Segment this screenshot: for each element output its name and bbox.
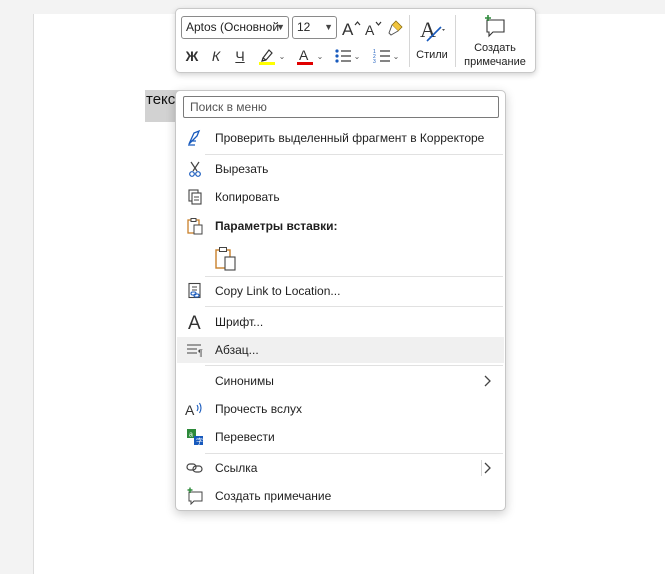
menu-item-label: Параметры вставки: — [215, 219, 338, 233]
menu-item-label: Шрифт... — [215, 315, 264, 329]
new-comment-icon — [485, 15, 505, 38]
menu-item-label: Синонимы — [215, 374, 274, 388]
link-document-icon — [185, 281, 205, 301]
menu-item-label: Создать примечание — [215, 489, 332, 503]
menu-item-read-aloud[interactable]: A Прочесть вслух — [177, 396, 504, 422]
copy-icon — [185, 187, 205, 207]
shrink-font-button[interactable]: A — [362, 16, 384, 39]
numbered-list-icon: 123 — [373, 49, 390, 64]
menu-item-label: Перевести — [215, 430, 275, 444]
new-comment-label-line1: Создать — [474, 42, 516, 54]
chevron-down-icon: ⌄ — [278, 51, 286, 61]
format-painter-button[interactable] — [385, 16, 407, 39]
menu-item-translate[interactable]: a字 Перевести — [177, 424, 504, 450]
mini-toolbar: Aptos (Основной ▼ 12 ▼ A A Ж К Ч ⌄ A ⌄ ⌄… — [175, 8, 536, 73]
bullet-list-icon — [335, 49, 351, 63]
menu-separator — [205, 365, 503, 366]
svg-text:A: A — [342, 20, 354, 37]
format-painter-icon — [388, 19, 403, 36]
menu-item-label: Проверить выделенный фрагмент в Корректо… — [215, 131, 485, 145]
menu-item-copy[interactable]: Копировать — [177, 184, 504, 210]
grow-font-icon: A — [342, 20, 361, 37]
font-color-button[interactable]: A ⌄ — [292, 45, 326, 67]
font-icon: A — [185, 312, 205, 332]
new-comment-toolbar-label: Создать примечание — [458, 41, 532, 69]
new-comment-label-line2: примечание — [464, 56, 526, 68]
menu-item-label: Абзац... — [215, 343, 259, 357]
menu-item-synonyms[interactable]: Синонимы — [177, 368, 504, 394]
svg-text:A: A — [299, 47, 309, 63]
shrink-font-icon: A — [365, 21, 382, 37]
underline-button[interactable]: Ч — [229, 45, 251, 67]
bullets-button[interactable]: ⌄ — [330, 45, 364, 67]
chevron-down-icon: ⌄ — [392, 51, 400, 61]
read-aloud-icon: A — [185, 399, 205, 419]
menu-item-paste-options: Параметры вставки: — [177, 213, 504, 239]
chevron-right-icon — [480, 373, 494, 389]
chevron-down-icon: ⌄ — [316, 51, 324, 61]
font-name-value: Aptos (Основной — [186, 20, 280, 34]
italic-button[interactable]: К — [205, 45, 227, 67]
scissors-icon — [185, 159, 205, 179]
menu-separator — [205, 276, 503, 277]
highlight-button[interactable]: ⌄ — [254, 45, 288, 67]
svg-text:字: 字 — [196, 437, 203, 446]
toolbar-separator — [409, 15, 410, 67]
toolbar-separator — [455, 15, 456, 67]
clipboard-icon — [185, 216, 205, 236]
font-color-icon: A — [296, 47, 313, 65]
svg-text:A: A — [188, 313, 201, 332]
styles-label: Стили — [416, 49, 448, 61]
translate-icon: a字 — [185, 427, 205, 447]
menu-item-label: Копировать — [215, 190, 280, 204]
menu-item-font[interactable]: A Шрифт... — [177, 309, 504, 335]
paste-keep-source-formatting-button[interactable] — [214, 246, 238, 272]
paragraph-icon: ¶ — [185, 340, 205, 360]
clipboard-icon — [215, 247, 236, 271]
numbering-button[interactable]: 123 ⌄ — [369, 45, 403, 67]
svg-text:¶: ¶ — [198, 348, 203, 358]
chevron-down-icon: ▼ — [276, 22, 285, 32]
font-name-combo[interactable]: Aptos (Основной ▼ — [181, 16, 289, 39]
menu-separator — [205, 154, 503, 155]
menu-search-input[interactable] — [183, 96, 499, 118]
svg-text:A: A — [420, 17, 436, 42]
editor-pen-icon — [185, 128, 205, 148]
menu-item-label: Прочесть вслух — [215, 402, 302, 416]
menu-item-check-editor[interactable]: Проверить выделенный фрагмент в Корректо… — [177, 125, 504, 151]
menu-item-new-comment[interactable]: Создать примечание — [177, 483, 504, 509]
menu-item-cut[interactable]: Вырезать — [177, 156, 504, 182]
highlighter-icon — [258, 49, 275, 65]
svg-text:A: A — [185, 402, 195, 418]
menu-item-label: Copy Link to Location... — [215, 284, 341, 298]
styles-icon: A — [420, 17, 445, 42]
menu-separator — [205, 453, 503, 454]
paste-keep-format-row — [177, 243, 504, 275]
chevron-right-icon[interactable] — [480, 460, 494, 476]
svg-text:a: a — [189, 432, 193, 439]
bold-button[interactable]: Ж — [181, 45, 203, 67]
font-size-combo[interactable]: 12 ▼ — [292, 16, 337, 39]
menu-separator — [205, 306, 503, 307]
menu-item-link[interactable]: Ссылка — [177, 455, 504, 481]
chevron-down-icon: ▼ — [324, 22, 333, 32]
svg-text:A: A — [365, 22, 375, 37]
font-size-value: 12 — [297, 20, 311, 34]
menu-item-label: Ссылка — [215, 461, 258, 475]
context-menu: Проверить выделенный фрагмент в Корректо… — [175, 90, 506, 511]
svg-text:3: 3 — [373, 59, 376, 64]
chevron-down-icon: ⌄ — [353, 51, 361, 61]
grow-font-button[interactable]: A — [340, 16, 362, 39]
menu-item-copy-link[interactable]: Copy Link to Location... — [177, 278, 504, 304]
new-comment-icon — [185, 486, 205, 506]
link-icon — [185, 458, 205, 478]
menu-item-label: Вырезать — [215, 162, 269, 176]
menu-item-paragraph[interactable]: ¶ Абзац... — [177, 337, 504, 363]
